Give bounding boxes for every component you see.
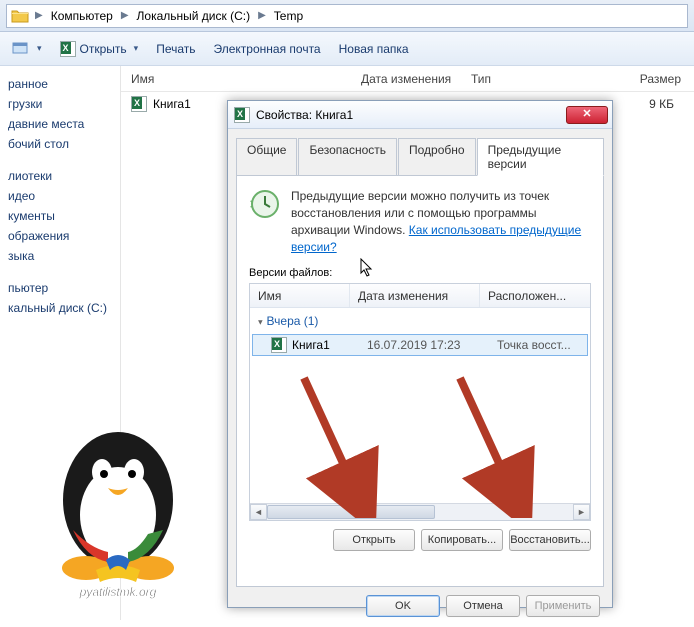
- dialog-title: Свойства: Книга1: [256, 108, 566, 122]
- scroll-track[interactable]: [267, 504, 573, 520]
- restore-version-button[interactable]: Восстановить...: [509, 529, 591, 551]
- scroll-thumb[interactable]: [267, 505, 435, 519]
- version-name: Книга1: [292, 338, 330, 352]
- sidebar-item[interactable]: кальный диск (C:): [8, 298, 120, 318]
- sidebar-item[interactable]: пьютер: [8, 278, 120, 298]
- sidebar-item[interactable]: зыка: [8, 246, 120, 266]
- copy-version-button[interactable]: Копировать...: [421, 529, 503, 551]
- tab-security[interactable]: Безопасность: [298, 138, 397, 176]
- version-location: Точка восст...: [493, 338, 587, 352]
- organize-icon: [12, 41, 30, 57]
- navigation-pane: ранное грузки давние места бочий стол ли…: [0, 66, 120, 620]
- folder-icon: [11, 8, 29, 24]
- excel-icon: [60, 41, 76, 57]
- breadcrumb-item[interactable]: Компьютер: [45, 5, 119, 27]
- version-group[interactable]: Вчера (1): [250, 308, 590, 334]
- chevron-right-icon: ▶: [119, 10, 131, 21]
- cancel-button[interactable]: Отмена: [446, 595, 520, 617]
- tab-details[interactable]: Подробно: [398, 138, 476, 176]
- excel-icon: [234, 107, 250, 123]
- version-date: 16.07.2019 17:23: [363, 338, 493, 352]
- sidebar-item[interactable]: кументы: [8, 206, 120, 226]
- chevron-right-icon: ▶: [256, 10, 268, 21]
- chevron-right-icon: ▶: [33, 10, 45, 21]
- tab-content: Предыдущие версии можно получить из точе…: [236, 175, 604, 587]
- breadcrumb-item[interactable]: Temp: [268, 5, 309, 27]
- dialog-footer: OK Отмена Применить: [228, 595, 612, 627]
- breadcrumb[interactable]: ▶ Компьютер ▶ Локальный диск (C:) ▶ Temp: [6, 4, 688, 28]
- list-header: Имя Дата изменения Тип Размер: [121, 66, 694, 92]
- new-folder-button[interactable]: Новая папка: [339, 42, 409, 56]
- excel-icon: [271, 337, 287, 353]
- ok-button[interactable]: OK: [366, 595, 440, 617]
- horizontal-scrollbar[interactable]: ◄ ►: [250, 503, 590, 520]
- close-button[interactable]: ✕: [566, 106, 608, 124]
- file-size: 9 КБ: [649, 97, 694, 111]
- toolbar: Открыть Печать Электронная почта Новая п…: [0, 32, 694, 66]
- sidebar-item[interactable]: грузки: [8, 94, 120, 114]
- info-text: Предыдущие версии можно получить из точе…: [291, 188, 591, 255]
- file-name: Книга1: [153, 97, 191, 111]
- apply-button[interactable]: Применить: [526, 595, 600, 617]
- sidebar-item[interactable]: идео: [8, 186, 120, 206]
- print-button[interactable]: Печать: [156, 42, 195, 56]
- scroll-left-icon[interactable]: ◄: [250, 504, 267, 520]
- sidebar-item[interactable]: давние места: [8, 114, 120, 134]
- col-name[interactable]: Имя: [121, 72, 361, 86]
- vh-date[interactable]: Дата изменения: [350, 284, 480, 307]
- col-size[interactable]: Размер: [621, 72, 681, 86]
- tab-general[interactable]: Общие: [236, 138, 297, 176]
- vh-name[interactable]: Имя: [250, 284, 350, 307]
- tabstrip: Общие Безопасность Подробно Предыдущие в…: [228, 129, 612, 175]
- titlebar[interactable]: Свойства: Книга1 ✕: [228, 101, 612, 129]
- open-label: Открыть: [80, 42, 127, 56]
- version-row[interactable]: Книга1 16.07.2019 17:23 Точка восст...: [252, 334, 588, 356]
- sidebar-item[interactable]: бочий стол: [8, 134, 120, 154]
- history-icon: [249, 188, 281, 220]
- scroll-right-icon[interactable]: ►: [573, 504, 590, 520]
- tab-previous-versions[interactable]: Предыдущие версии: [477, 138, 604, 176]
- address-bar: ▶ Компьютер ▶ Локальный диск (C:) ▶ Temp: [0, 0, 694, 32]
- col-date[interactable]: Дата изменения: [361, 72, 471, 86]
- organize-menu[interactable]: [12, 41, 42, 57]
- versions-list: Имя Дата изменения Расположен... Вчера (…: [249, 283, 591, 521]
- sidebar-item[interactable]: лиотеки: [8, 166, 120, 186]
- sidebar-item[interactable]: ображения: [8, 226, 120, 246]
- vh-loc[interactable]: Расположен...: [480, 284, 590, 307]
- versions-label: Версии файлов:: [249, 267, 591, 279]
- properties-dialog: Свойства: Книга1 ✕ Общие Безопасность По…: [227, 100, 613, 608]
- breadcrumb-item[interactable]: Локальный диск (C:): [131, 5, 257, 27]
- col-type[interactable]: Тип: [471, 72, 621, 86]
- sidebar-item[interactable]: ранное: [8, 74, 120, 94]
- open-button[interactable]: Открыть: [60, 41, 139, 57]
- open-version-button[interactable]: Открыть: [333, 529, 415, 551]
- excel-icon: [131, 96, 147, 112]
- versions-header: Имя Дата изменения Расположен...: [250, 284, 590, 308]
- email-button[interactable]: Электронная почта: [214, 42, 321, 56]
